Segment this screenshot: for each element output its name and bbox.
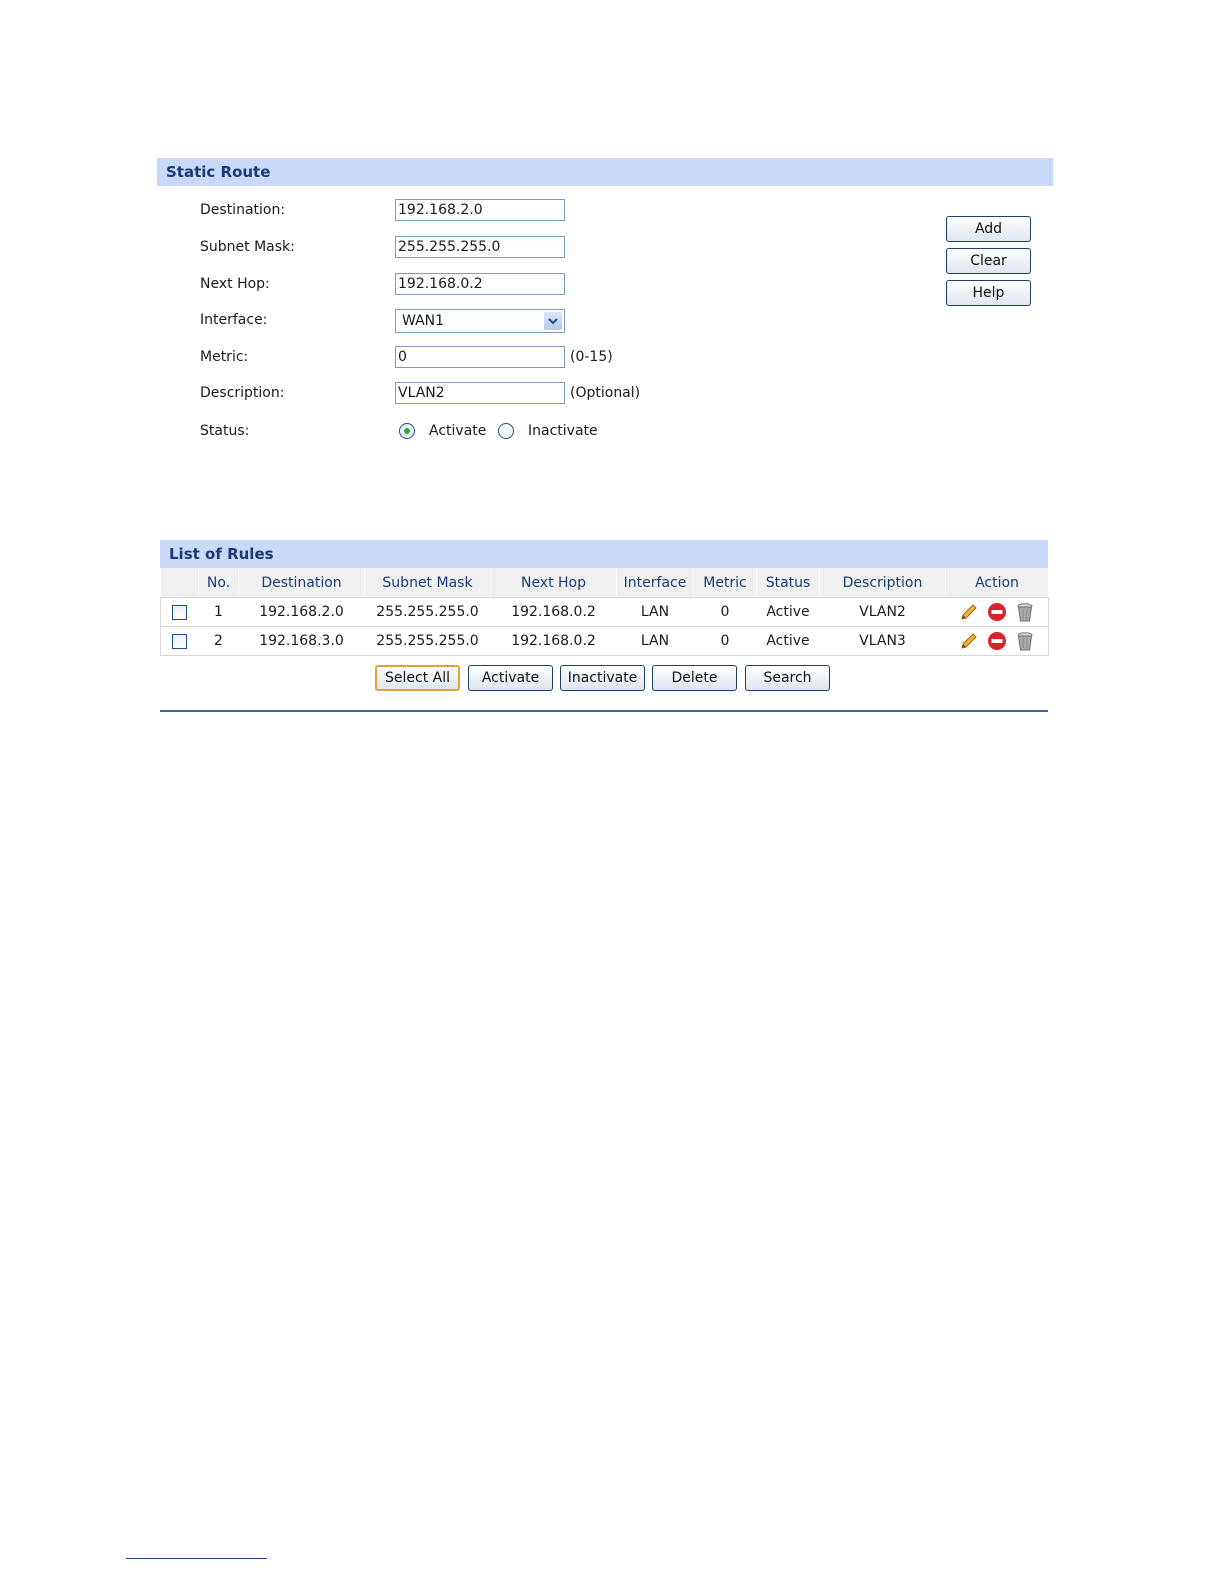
row-description: VLAN3: [819, 626, 946, 656]
row-interface: LAN: [616, 597, 694, 627]
column-header-action: Action: [945, 568, 1049, 598]
inactivate-button[interactable]: Inactivate: [560, 665, 645, 691]
row-description: VLAN2: [819, 597, 946, 627]
metric-range-hint: (0-15): [570, 349, 613, 365]
row-select-cell: [160, 597, 199, 627]
next-hop-input[interactable]: [395, 273, 565, 295]
column-header-no: No.: [198, 568, 239, 598]
help-button[interactable]: Help: [946, 280, 1031, 306]
row-no: 1: [198, 597, 239, 627]
disable-icon[interactable]: [986, 601, 1008, 623]
row-checkbox[interactable]: [172, 633, 188, 649]
row-next-hop: 192.168.0.2: [490, 626, 617, 656]
clear-button[interactable]: Clear: [946, 248, 1031, 274]
delete-button[interactable]: Delete: [652, 665, 737, 691]
table-row: 2 192.168.3.0 255.255.255.0 192.168.0.2 …: [160, 626, 1049, 656]
description-label: Description:: [200, 385, 285, 401]
row-next-hop: 192.168.0.2: [490, 597, 617, 627]
status-inactivate-radio[interactable]: [498, 423, 514, 439]
status-activate-label: Activate: [429, 423, 487, 439]
activate-button[interactable]: Activate: [468, 665, 553, 691]
metric-input[interactable]: [395, 346, 565, 368]
column-header-destination: Destination: [238, 568, 365, 598]
row-destination: 192.168.3.0: [238, 626, 365, 656]
row-status: Active: [756, 626, 820, 656]
row-no: 2: [198, 626, 239, 656]
destination-input[interactable]: [395, 199, 565, 221]
column-header-next-hop: Next Hop: [490, 568, 617, 598]
row-destination: 192.168.2.0: [238, 597, 365, 627]
edit-icon[interactable]: [958, 630, 980, 652]
metric-label: Metric:: [200, 349, 249, 365]
column-header-metric: Metric: [693, 568, 757, 598]
select-all-button[interactable]: Select All: [375, 665, 460, 691]
row-select-cell: [160, 626, 199, 656]
row-interface: LAN: [616, 626, 694, 656]
row-actions: [945, 597, 1049, 627]
row-status: Active: [756, 597, 820, 627]
panel-divider: [160, 710, 1048, 712]
description-input[interactable]: [395, 382, 565, 404]
rules-title: List of Rules: [169, 545, 274, 563]
search-button[interactable]: Search: [745, 665, 830, 691]
footnote-divider: [126, 1558, 267, 1559]
status-label: Status:: [200, 423, 250, 439]
edit-icon[interactable]: [958, 601, 980, 623]
delete-icon[interactable]: [1014, 630, 1036, 652]
interface-select[interactable]: WAN1: [395, 309, 565, 333]
column-header-description: Description: [819, 568, 946, 598]
status-inactivate-label: Inactivate: [528, 423, 598, 439]
delete-icon[interactable]: [1014, 601, 1036, 623]
column-header-select: [160, 568, 199, 598]
row-metric: 0: [693, 597, 757, 627]
rules-table: No. Destination Subnet Mask Next Hop Int…: [160, 568, 1049, 656]
subnet-mask-input[interactable]: [395, 236, 565, 258]
static-route-header: Static Route: [157, 158, 1053, 186]
row-subnet-mask: 255.255.255.0: [364, 626, 491, 656]
interface-select-value: WAN1: [402, 313, 445, 329]
next-hop-label: Next Hop:: [200, 276, 270, 292]
table-row: 1 192.168.2.0 255.255.255.0 192.168.0.2 …: [160, 597, 1049, 627]
interface-label: Interface:: [200, 312, 268, 328]
static-route-title: Static Route: [166, 163, 271, 181]
column-header-status: Status: [756, 568, 820, 598]
description-optional-hint: (Optional): [570, 385, 641, 401]
subnet-mask-label: Subnet Mask:: [200, 239, 295, 255]
destination-label: Destination:: [200, 202, 286, 218]
rules-header: List of Rules: [160, 540, 1048, 568]
disable-icon[interactable]: [986, 630, 1008, 652]
add-button[interactable]: Add: [946, 216, 1031, 242]
column-header-interface: Interface: [616, 568, 694, 598]
column-header-subnet-mask: Subnet Mask: [364, 568, 491, 598]
status-activate-radio[interactable]: [399, 423, 415, 439]
chevron-down-icon[interactable]: [544, 312, 562, 330]
row-actions: [945, 626, 1049, 656]
row-metric: 0: [693, 626, 757, 656]
row-checkbox[interactable]: [172, 604, 188, 620]
row-subnet-mask: 255.255.255.0: [364, 597, 491, 627]
table-header-row: No. Destination Subnet Mask Next Hop Int…: [160, 568, 1049, 598]
